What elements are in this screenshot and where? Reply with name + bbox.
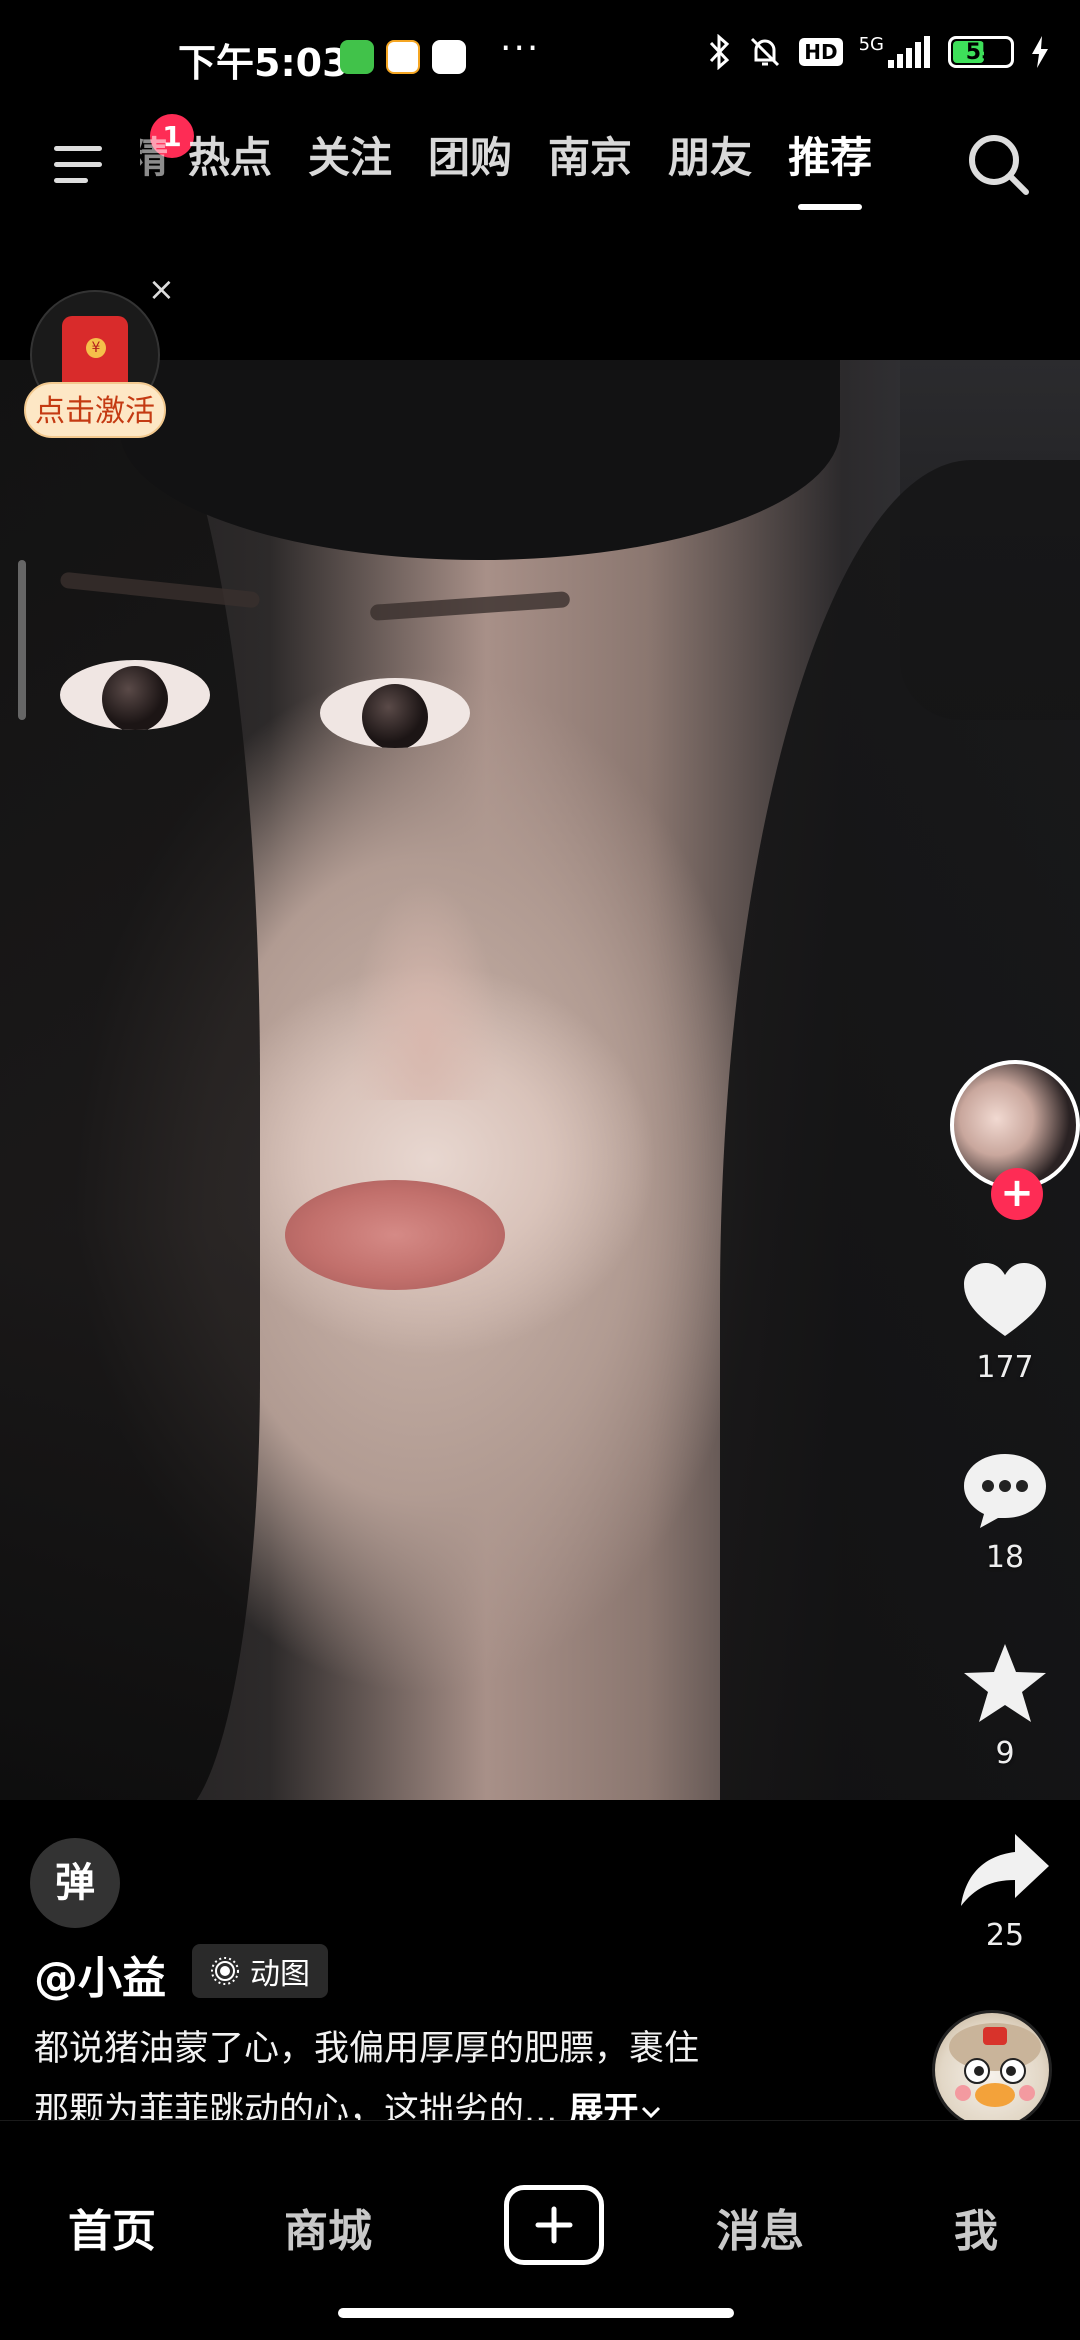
tab-hot[interactable]: 热点 xyxy=(170,118,290,198)
tab-friends[interactable]: 朋友 xyxy=(650,118,770,198)
tab-list: 精选 热点 关注 团购 南京 朋友 推荐 xyxy=(140,118,890,198)
battery-level: 55 xyxy=(965,39,997,65)
heart-icon xyxy=(964,1263,1046,1336)
creator-username[interactable]: @小益 xyxy=(34,1942,166,2006)
bluetooth-icon xyxy=(710,34,730,70)
video-player[interactable] xyxy=(0,360,1080,1800)
music-disc-avatar[interactable] xyxy=(932,2010,1052,2130)
home-indicator[interactable] xyxy=(338,2308,734,2318)
search-button[interactable] xyxy=(960,124,1040,204)
tab-following[interactable]: 关注 xyxy=(290,118,410,198)
favorite-count: 9 xyxy=(995,1736,1015,1771)
tab-me[interactable]: 我 xyxy=(954,2195,998,2259)
charging-icon xyxy=(1032,36,1048,68)
hd-badge: HD xyxy=(799,38,843,66)
wechat-app-icon xyxy=(340,40,374,74)
more-notifications-icon: ··· xyxy=(500,28,541,69)
comment-count: 18 xyxy=(985,1540,1025,1575)
tab-home[interactable]: 首页 xyxy=(68,2195,156,2259)
tab-nanjing[interactable]: 南京 xyxy=(530,118,650,198)
tab-mall[interactable]: 商城 xyxy=(284,2195,372,2259)
create-button[interactable] xyxy=(504,2185,604,2265)
bottom-tab-bar: 首页 商城 消息 我 xyxy=(0,2120,1080,2340)
plus-icon xyxy=(535,2206,573,2244)
network-label: 5G xyxy=(858,34,884,55)
mute-bell-icon xyxy=(751,37,780,67)
signal-strength: 5G xyxy=(859,36,932,68)
left-eye xyxy=(60,660,210,730)
right-brow xyxy=(369,591,571,621)
signal-bars-icon xyxy=(888,36,930,68)
58-app-icon xyxy=(386,40,420,74)
post-info: 弹 @小益 动图 都说猪油蒙了心，我偏用厚厚的肥膘，裹住 那颗为菲菲跳动的心，这… xyxy=(0,1800,1080,2131)
live-photo-icon xyxy=(211,1957,239,1985)
star-icon xyxy=(964,1644,1046,1722)
like-count: 177 xyxy=(976,1350,1034,1385)
hair-left xyxy=(0,360,260,1800)
status-time: 下午5:03 xyxy=(178,41,349,85)
like-button[interactable]: 177 xyxy=(930,1260,1080,1385)
battery-indicator: 55 xyxy=(948,36,1014,68)
hair-top xyxy=(120,360,840,560)
baidu-app-icon xyxy=(432,40,466,74)
lips xyxy=(285,1180,505,1290)
tab-group-buy[interactable]: 团购 xyxy=(410,118,530,198)
right-eye xyxy=(320,678,470,748)
status-bar: 下午5:03 ··· HD 5G 55 xyxy=(0,0,1080,110)
chevron-down-icon xyxy=(641,2106,660,2119)
share-button[interactable]: 25 xyxy=(930,1830,1080,1953)
status-indicators: HD 5G 55 xyxy=(707,34,1050,70)
follow-button[interactable]: + xyxy=(991,1168,1043,1220)
duck-avatar-icon xyxy=(949,2023,1041,2107)
scroll-indicator xyxy=(18,560,26,720)
favorite-button[interactable]: 9 xyxy=(930,1640,1080,1771)
red-packet-widget[interactable]: 点击激活 xyxy=(24,290,166,440)
red-packet-close-button[interactable]: × xyxy=(148,270,175,308)
tab-partial-label: 精选 xyxy=(140,133,169,182)
tab-messages[interactable]: 消息 xyxy=(716,2195,804,2259)
share-count: 25 xyxy=(985,1918,1025,1953)
tab-partial[interactable]: 精选 xyxy=(140,118,170,198)
red-packet-label[interactable]: 点击激活 xyxy=(24,382,166,438)
search-icon xyxy=(969,135,1029,195)
share-arrow-icon xyxy=(961,1834,1049,1906)
top-nav: 1 精选 热点 关注 团购 南京 朋友 推荐 xyxy=(0,110,1080,220)
nose xyxy=(350,880,500,1100)
comment-button[interactable]: 18 xyxy=(930,1450,1080,1575)
danmu-toggle-button[interactable]: 弹 xyxy=(30,1838,120,1928)
content-type-tag[interactable]: 动图 xyxy=(192,1944,328,1998)
tab-recommended[interactable]: 推荐 xyxy=(770,118,890,198)
menu-button[interactable]: 1 xyxy=(50,114,194,208)
caption-line-1: 都说猪油蒙了心，我偏用厚厚的肥膘，裹住 xyxy=(34,2029,700,2069)
comment-icon xyxy=(964,1454,1046,1528)
content-type-label: 动图 xyxy=(250,1957,310,1992)
